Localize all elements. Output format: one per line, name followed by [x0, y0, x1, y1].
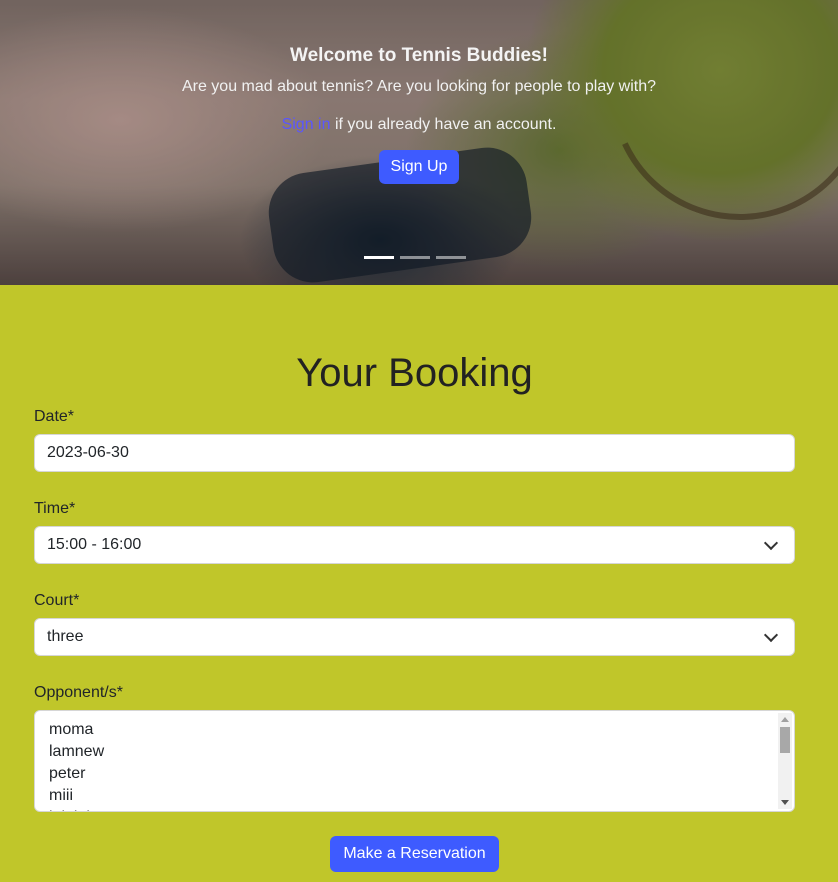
- hero-subtitle: Are you mad about tennis? Are you lookin…: [181, 78, 657, 95]
- scrollbar[interactable]: [778, 713, 792, 809]
- scrollbar-thumb[interactable]: [780, 727, 790, 753]
- court-value: three: [47, 628, 84, 645]
- hero-carousel: Welcome to Tennis Buddies! Are you mad a…: [0, 0, 838, 285]
- date-label: Date*: [34, 408, 75, 425]
- date-value: 2023-06-30: [47, 444, 129, 461]
- opponent-option[interactable]: lamnew: [49, 741, 780, 763]
- opponent-option[interactable]: peter: [49, 763, 780, 785]
- submit-row: Make a Reservation: [34, 836, 795, 872]
- opponents-multiselect[interactable]: moma lamnew peter miii lalalala: [34, 710, 795, 812]
- page-title: Your Booking: [296, 351, 533, 395]
- make-reservation-button[interactable]: Make a Reservation: [330, 836, 499, 872]
- opponent-option[interactable]: lalalala: [49, 807, 780, 811]
- chevron-down-icon: [763, 627, 779, 642]
- carousel-indicators: [364, 256, 466, 259]
- opponent-option[interactable]: miii: [49, 785, 780, 807]
- court-select[interactable]: three: [34, 618, 795, 656]
- scroll-down-arrow-icon[interactable]: [781, 800, 789, 805]
- time-value: 15:00 - 16:00: [47, 536, 142, 553]
- signup-button[interactable]: Sign Up: [378, 150, 460, 184]
- carousel-indicator-3[interactable]: [436, 256, 466, 259]
- time-label: Time*: [34, 500, 76, 517]
- time-select[interactable]: 15:00 - 16:00: [34, 526, 795, 564]
- chevron-down-icon: [763, 535, 779, 550]
- hero-caption: Welcome to Tennis Buddies! Are you mad a…: [0, 45, 838, 184]
- opponent-option[interactable]: moma: [49, 719, 780, 741]
- carousel-indicator-1[interactable]: [364, 256, 394, 259]
- court-label: Court*: [34, 592, 80, 609]
- carousel-indicator-2[interactable]: [400, 256, 430, 259]
- opponents-label: Opponent/s*: [34, 684, 123, 701]
- date-field[interactable]: 2023-06-30: [34, 434, 795, 472]
- hero-title: Welcome to Tennis Buddies!: [290, 45, 548, 66]
- scroll-up-arrow-icon[interactable]: [781, 717, 789, 722]
- signin-link[interactable]: Sign in: [282, 116, 331, 133]
- signin-suffix: if you already have an account.: [330, 116, 557, 133]
- booking-form: Your Booking Date* 2023-06-30 Time* 15:0…: [0, 351, 838, 872]
- signin-text: Sign in if you already have an account.: [0, 116, 838, 134]
